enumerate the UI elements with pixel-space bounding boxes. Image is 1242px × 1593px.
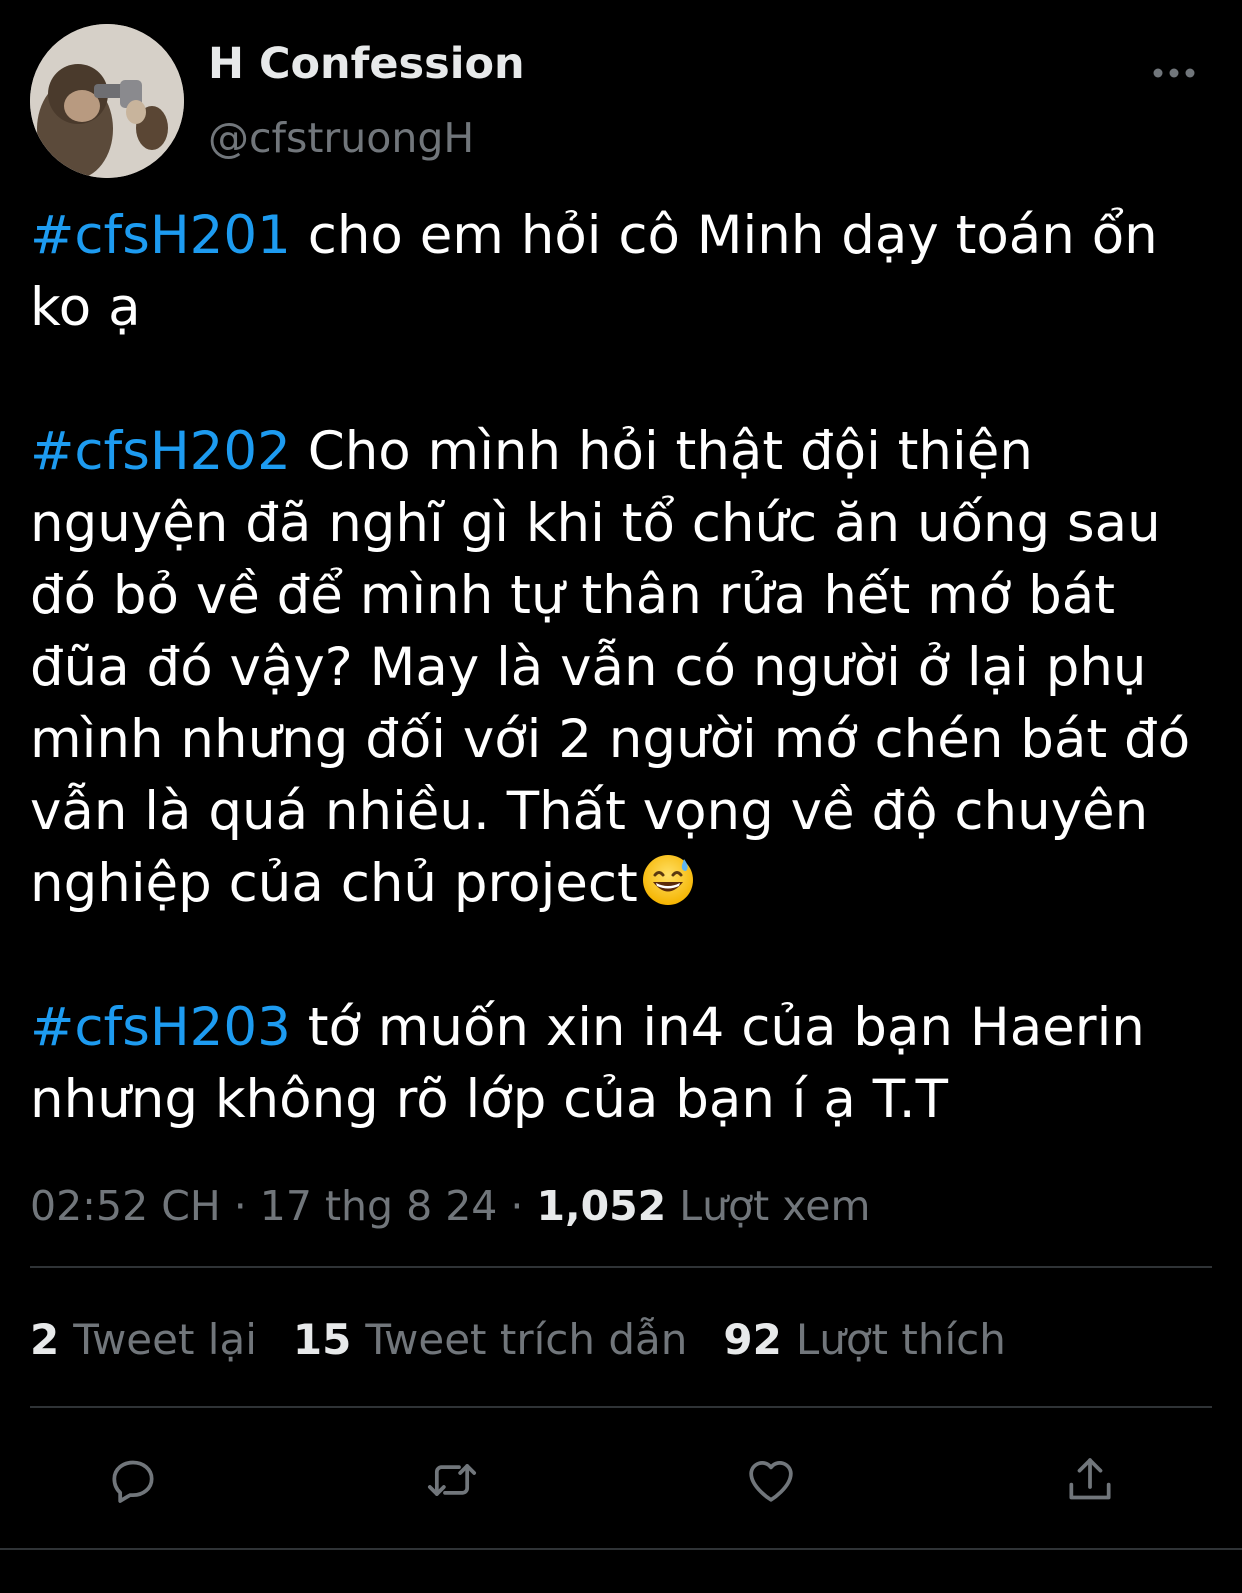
meta-separator: · <box>497 1182 537 1230</box>
tweet-paragraph: #cfsH202 Cho mình hỏi thật đội thiện ngu… <box>30 416 1220 920</box>
tweet-header: H Confession @cfstruongH <box>30 24 1212 179</box>
reply-icon[interactable] <box>93 1440 173 1520</box>
engagement-stats: 2 Tweet lại 15 Tweet trích dẫn 92 Lượt thích <box>30 1310 1042 1370</box>
divider <box>30 1266 1212 1268</box>
quotes-count: 15 <box>292 1315 352 1364</box>
avatar[interactable] <box>30 24 184 178</box>
quotes-label: Tweet trích dẫn <box>365 1315 688 1364</box>
avatar-image <box>30 24 184 178</box>
likes-count: 92 <box>723 1315 782 1364</box>
tweet-text: #cfsH201 cho em hỏi cô Minh dạy toán ổn … <box>30 200 1220 1136</box>
share-icon[interactable] <box>1050 1440 1130 1520</box>
retweets-count: 2 <box>30 1315 60 1364</box>
retweets-label: Tweet lại <box>73 1315 257 1364</box>
grinning-sweat-emoji-icon <box>640 851 696 907</box>
paragraph-text: Cho mình hỏi thật đội thiện nguyện đã ng… <box>30 421 1191 914</box>
hashtag-link[interactable]: #cfsH203 <box>30 997 291 1058</box>
quotes-stat[interactable]: 15 Tweet trích dẫn <box>293 1310 688 1370</box>
tweet-paragraph: #cfsH203 tớ muốn xin in4 của bạn Haerin … <box>30 992 1220 1136</box>
tweet-time[interactable]: 02:52 CH <box>30 1182 221 1230</box>
retweets-stat[interactable]: 2 Tweet lại <box>30 1310 257 1370</box>
author-names: H Confession @cfstruongH <box>208 38 525 164</box>
divider <box>0 1548 1242 1550</box>
retweet-icon[interactable] <box>412 1440 492 1520</box>
more-options-icon[interactable] <box>1150 58 1198 88</box>
views-label: Lượt xem <box>679 1182 871 1230</box>
tweet-date[interactable]: 17 thg 8 24 <box>260 1182 498 1230</box>
divider <box>30 1406 1212 1408</box>
author-display-name[interactable]: H Confession <box>208 38 525 90</box>
likes-label: Lượt thích <box>795 1315 1006 1364</box>
hashtag-link[interactable]: #cfsH201 <box>30 205 291 266</box>
tweet-paragraph: #cfsH201 cho em hỏi cô Minh dạy toán ổn … <box>30 200 1220 344</box>
views-count: 1,052 <box>536 1182 667 1230</box>
action-bar <box>0 1440 1242 1520</box>
meta-separator: · <box>220 1182 260 1230</box>
author-handle[interactable]: @cfstruongH <box>208 112 525 164</box>
like-icon[interactable] <box>731 1440 811 1520</box>
likes-stat[interactable]: 92 Lượt thích <box>723 1310 1005 1370</box>
hashtag-link[interactable]: #cfsH202 <box>30 421 291 482</box>
tweet-meta: 02:52 CH · 17 thg 8 24 · 1,052 Lượt xem <box>30 1178 870 1234</box>
